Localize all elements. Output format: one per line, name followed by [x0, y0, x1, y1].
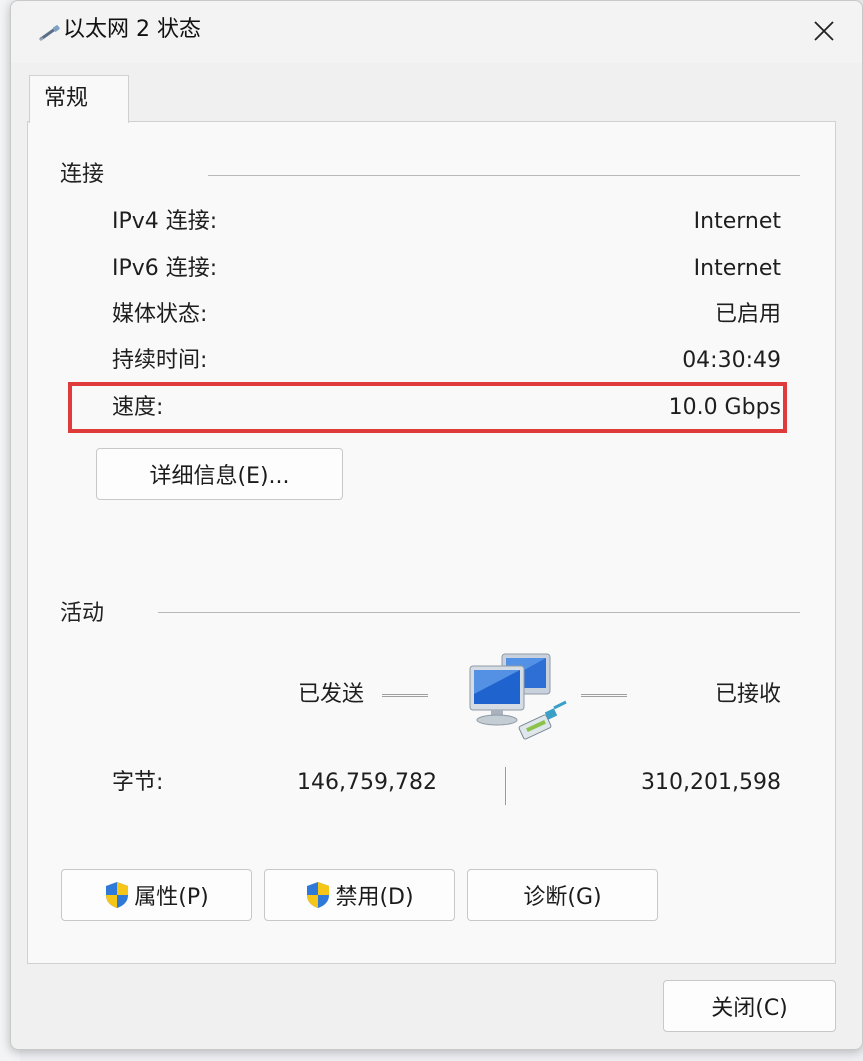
properties-button-label: 属性(P)	[134, 885, 209, 910]
uac-shield-icon	[307, 882, 330, 908]
ethernet-status-dialog: 以太网 2 状态 常规 连接 IPv4 连接: Internet IPv6 连接…	[10, 0, 863, 1050]
sent-label: 已发送	[298, 682, 365, 707]
media-state-value: 已启用	[714, 302, 781, 327]
bytes-separator	[505, 767, 507, 805]
ipv4-label: IPv4 连接:	[112, 209, 218, 234]
close-icon	[814, 21, 834, 41]
duration-label: 持续时间:	[112, 348, 208, 373]
details-button[interactable]: 详细信息(E)...	[96, 448, 343, 500]
tab-general[interactable]: 常规	[29, 75, 129, 123]
general-panel: 连接 IPv4 连接: Internet IPv6 连接: Internet 媒…	[27, 121, 836, 964]
connection-section-title: 连接	[60, 162, 105, 187]
received-line	[581, 694, 627, 697]
tab-general-label: 常规	[44, 86, 89, 111]
disable-button[interactable]: 禁用(D)	[264, 869, 455, 921]
speed-label: 速度:	[112, 395, 164, 420]
title-bar: 以太网 2 状态	[11, 1, 862, 63]
ipv6-value: Internet	[693, 256, 781, 281]
media-state-label: 媒体状态:	[112, 302, 208, 327]
ipv6-label: IPv6 连接:	[112, 256, 218, 281]
sent-line	[382, 694, 428, 697]
properties-button[interactable]: 属性(P)	[61, 869, 252, 921]
received-label: 已接收	[714, 682, 781, 707]
activity-section-title: 活动	[60, 601, 105, 626]
connection-divider	[208, 175, 800, 176]
activity-divider	[158, 612, 800, 613]
close-button[interactable]: 关闭(C)	[663, 980, 836, 1032]
network-computers-icon	[469, 653, 567, 740]
bytes-label: 字节:	[112, 770, 164, 795]
duration-value: 04:30:49	[682, 348, 781, 373]
diagnose-button[interactable]: 诊断(G)	[467, 869, 658, 921]
ipv4-value: Internet	[693, 209, 781, 234]
bytes-sent-value: 146,759,782	[297, 770, 437, 795]
close-window-button[interactable]	[804, 11, 844, 51]
window-title: 以太网 2 状态	[63, 17, 201, 42]
bytes-received-value: 310,201,598	[641, 770, 781, 795]
disable-button-label: 禁用(D)	[335, 885, 414, 910]
speed-value: 10.0 Gbps	[668, 395, 781, 420]
uac-shield-icon	[106, 882, 129, 908]
ethernet-cable-icon	[39, 25, 60, 41]
